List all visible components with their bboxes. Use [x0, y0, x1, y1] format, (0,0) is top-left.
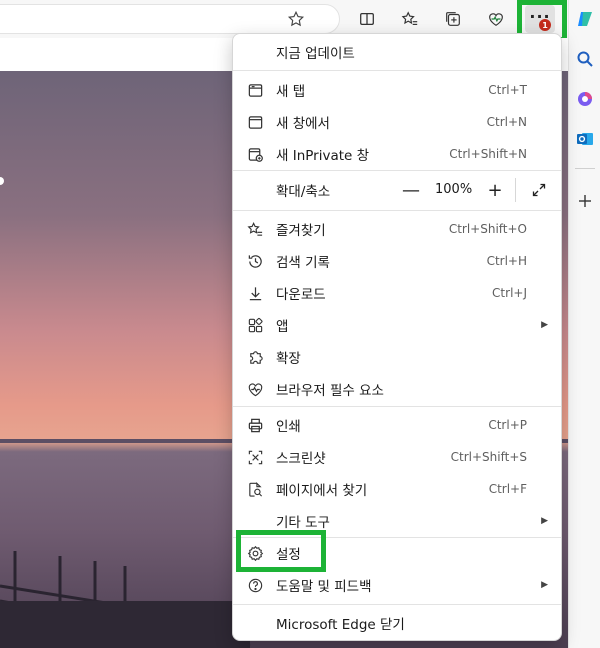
screenshot-icon [246, 448, 264, 466]
zoom-row: 확대/축소 — 100% + [233, 170, 561, 210]
split-screen-icon[interactable] [352, 5, 382, 33]
screenshot-item[interactable]: 스크린샷 Ctrl+Shift+S [233, 442, 561, 472]
new-tab-icon [246, 81, 264, 99]
menu-divider [233, 604, 561, 605]
print-item[interactable]: 인쇄 Ctrl+P [233, 410, 561, 440]
submenu-arrow-icon: ▶ [541, 516, 548, 526]
apps-item[interactable]: 앱 ▶ [233, 310, 561, 340]
download-icon [246, 284, 264, 302]
collections-icon[interactable] [438, 5, 468, 33]
browser-essentials-item[interactable]: 브라우저 필수 요소 [233, 374, 561, 404]
fullscreen-icon[interactable] [525, 176, 553, 204]
zoom-out-button[interactable]: — [397, 176, 425, 204]
new-tab-item[interactable]: 새 탭 Ctrl+T [233, 75, 561, 105]
zoom-controls: — 100% + [402, 170, 561, 210]
zoom-level: 100% [435, 182, 473, 197]
favorites-item[interactable]: 즐겨찾기 Ctrl+Shift+O [233, 214, 561, 244]
sidebar-divider [575, 168, 595, 169]
favorites-icon [246, 220, 264, 238]
help-and-feedback-item[interactable]: 도움말 및 피드백 ▶ [233, 570, 561, 600]
downloads-item[interactable]: 다운로드 Ctrl+J [233, 278, 561, 308]
favorite-star-icon[interactable] [281, 5, 311, 33]
new-window-item[interactable]: 새 창에서 Ctrl+N [233, 107, 561, 137]
help-icon [246, 576, 264, 594]
new-inprivate-window-item[interactable]: 새 InPrivate 창 Ctrl+Shift+N [233, 139, 561, 169]
apps-icon [246, 316, 264, 334]
office-icon[interactable] [572, 86, 598, 112]
zoom-separator [515, 178, 516, 202]
extensions-icon [246, 348, 264, 366]
new-window-icon [246, 113, 264, 131]
add-icon[interactable] [572, 188, 598, 214]
update-now-item[interactable]: 지금 업데이트 [233, 36, 561, 68]
zoom-in-button[interactable]: + [481, 176, 509, 204]
history-item[interactable]: 검색 기록 Ctrl+H [233, 246, 561, 276]
submenu-arrow-icon: ▶ [541, 580, 548, 590]
find-on-page-item[interactable]: 페이지에서 찾기 Ctrl+F [233, 474, 561, 504]
browser-essentials-icon[interactable] [481, 5, 511, 33]
favorites-icon[interactable] [395, 5, 425, 33]
menu-divider [233, 406, 561, 407]
print-icon [246, 416, 264, 434]
extensions-item[interactable]: 확장 [233, 342, 561, 372]
settings-highlight-box [236, 530, 326, 572]
inprivate-icon [246, 145, 264, 163]
outlook-icon[interactable] [572, 126, 598, 152]
history-icon [246, 252, 264, 270]
copilot-icon[interactable] [572, 6, 598, 32]
menu-divider [233, 70, 561, 71]
find-in-page-icon [246, 480, 264, 498]
edge-sidebar [568, 0, 600, 648]
close-edge-item[interactable]: Microsoft Edge 닫기 [233, 608, 561, 638]
browser-essentials-icon [246, 380, 264, 398]
search-icon[interactable] [572, 46, 598, 72]
address-bar[interactable] [0, 4, 340, 34]
menu-divider [233, 210, 561, 211]
submenu-arrow-icon: ▶ [541, 320, 548, 330]
